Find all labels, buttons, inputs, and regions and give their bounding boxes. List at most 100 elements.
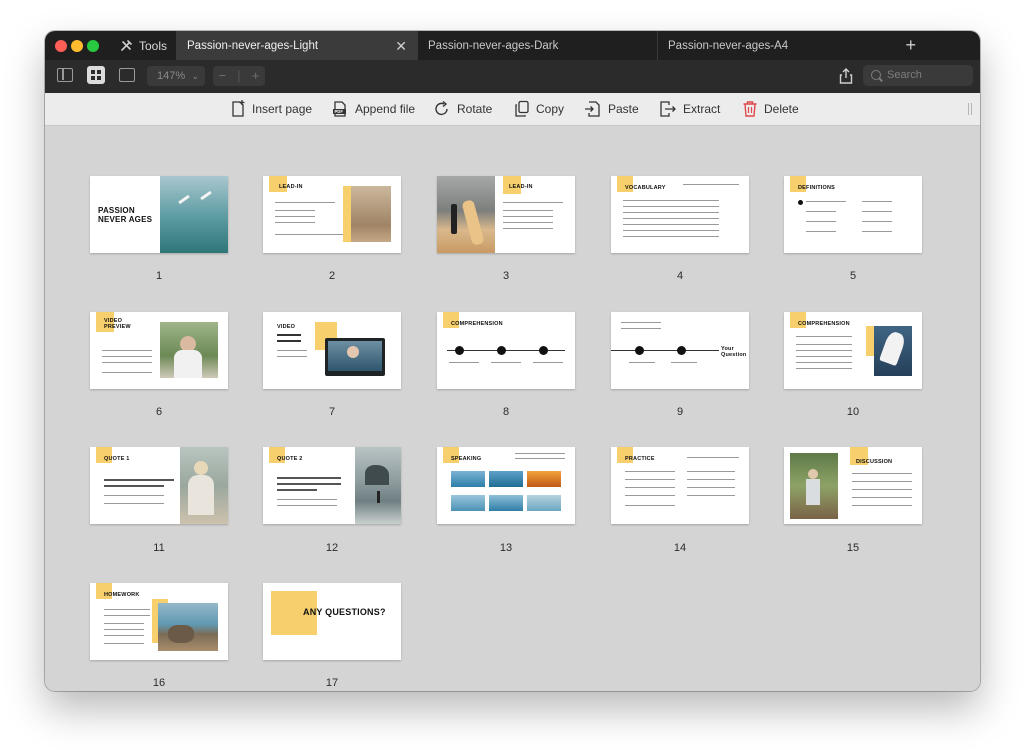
page-thumbnail[interactable]: VIDEO PREVIEW (90, 312, 228, 389)
rotate-button[interactable]: Rotate (433, 93, 492, 125)
page-thumbnail[interactable]: DEFINITIONS (784, 176, 922, 253)
tab-passion-never-ages-light[interactable]: Passion-never-ages-Light ✕ (176, 31, 417, 60)
search-icon (871, 70, 881, 80)
zoom-window-button[interactable] (87, 40, 99, 52)
page-number: 8 (502, 406, 510, 418)
extract-button[interactable]: Extract (659, 93, 720, 125)
tools-tab-label: Tools (139, 38, 168, 53)
tab-label: Passion-never-ages-Light (187, 39, 319, 52)
page-thumbnail[interactable]: VOCABULARY (611, 176, 749, 253)
delete-button[interactable]: Delete (742, 93, 799, 125)
slide-title: COMPREHENSION (451, 321, 503, 327)
paste-icon (585, 101, 600, 117)
slide-title: VOCABULARY (625, 185, 666, 191)
page-thumbnail[interactable]: VIDEO (263, 312, 401, 389)
zoom-in-button[interactable]: + (252, 66, 260, 86)
page-number: 11 (153, 542, 165, 554)
page-thumbnail[interactable]: HOMEWORK (90, 583, 228, 660)
slide-title: VIDEO (277, 324, 296, 330)
insert-page-button[interactable]: Insert page (230, 93, 312, 125)
slide-title: PASSION NEVER AGES (98, 206, 153, 224)
trash-icon (743, 101, 757, 117)
view-toolbar: 147% ⌄ − | + Search (45, 60, 980, 94)
page-number: 9 (676, 406, 684, 418)
tools-icon (121, 40, 132, 51)
copy-icon (515, 100, 529, 117)
chevron-down-icon: ⌄ (191, 71, 199, 81)
slide-title: LEAD-IN (279, 184, 303, 190)
slide-title: Your Question (721, 346, 747, 358)
share-icon[interactable] (839, 68, 853, 84)
tab-label: Passion-never-ages-A4 (668, 39, 789, 52)
sidebar-toggle-icon[interactable] (57, 68, 73, 82)
slide-title: PRACTICE (625, 456, 655, 462)
copy-label: Copy (536, 102, 565, 116)
insert-page-label: Insert page (252, 102, 313, 116)
page-number: 16 (152, 677, 166, 689)
page-number: 13 (499, 542, 513, 554)
page-number: 10 (846, 406, 860, 418)
page-number: 2 (328, 270, 336, 282)
slide-image (160, 176, 228, 253)
grid-view-icon[interactable] (87, 66, 105, 84)
rotate-label: Rotate (457, 102, 493, 116)
slide-title: COMPREHENSION (798, 321, 850, 327)
close-window-button[interactable] (55, 40, 67, 52)
zoom-select[interactable]: 147% ⌄ (147, 66, 205, 86)
slide-title: VIDEO PREVIEW (104, 318, 131, 330)
add-tab-button[interactable]: + (905, 35, 916, 56)
page-thumbnail[interactable]: LEAD-IN (437, 176, 575, 253)
minimize-window-button[interactable] (71, 40, 83, 52)
tab-passion-never-ages-dark[interactable]: Passion-never-ages-Dark (417, 31, 657, 60)
zoom-controls: − | + (213, 66, 265, 86)
page-number: 4 (676, 270, 684, 282)
page-thumbnail[interactable]: QUOTE 2 (263, 447, 401, 524)
slide-title: SPEAKING (451, 456, 482, 462)
zoom-value: 147% (157, 70, 186, 82)
close-tab-icon[interactable]: ✕ (395, 38, 407, 55)
page-thumbnail[interactable]: COMPREHENSION (437, 312, 575, 389)
page-thumbnail[interactable]: QUOTE 1 (90, 447, 228, 524)
resize-grip[interactable] (968, 103, 972, 115)
paste-button[interactable]: Paste (584, 93, 639, 125)
page-number: 6 (155, 406, 163, 418)
tools-tab[interactable]: Tools (120, 31, 167, 60)
page-view-icon[interactable] (119, 68, 135, 82)
paste-label: Paste (608, 102, 639, 116)
append-file-button[interactable]: PDF Append file (332, 93, 415, 125)
slide-title: ANY QUESTIONS? (303, 607, 386, 617)
page-number: 17 (325, 677, 339, 689)
search-placeholder: Search (887, 69, 922, 81)
slide-title: HOMEWORK (104, 592, 140, 598)
page-thumbnail[interactable]: LEAD-IN (263, 176, 401, 253)
page-thumbnail[interactable]: ANY QUESTIONS? (263, 583, 401, 660)
page-thumbnail[interactable]: DISCUSSION (784, 447, 922, 524)
page-number: 15 (846, 542, 860, 554)
extract-icon (660, 101, 676, 117)
slide-title: QUOTE 2 (277, 456, 303, 462)
page-number: 3 (502, 270, 510, 282)
delete-label: Delete (764, 102, 799, 116)
slide-title: QUOTE 1 (104, 456, 130, 462)
tab-label: Passion-never-ages-Dark (428, 39, 559, 52)
page-number: 5 (849, 270, 857, 282)
extract-label: Extract (683, 102, 721, 116)
page-number: 14 (673, 542, 687, 554)
page-thumbnail[interactable]: COMPREHENSION (784, 312, 922, 389)
zoom-out-button[interactable]: − (219, 66, 227, 86)
app-window: Tools Passion-never-ages-Light ✕ Passion… (45, 31, 980, 691)
slide-title: LEAD-IN (509, 184, 533, 190)
page-thumbnail[interactable]: Your Question (611, 312, 749, 389)
copy-button[interactable]: Copy (514, 93, 564, 125)
append-file-label: Append file (355, 102, 416, 116)
page-thumbnail[interactable]: PASSION NEVER AGES (90, 176, 228, 253)
append-file-icon: PDF (333, 101, 346, 117)
tab-passion-never-ages-a4[interactable]: Passion-never-ages-A4 (657, 31, 894, 60)
search-input[interactable]: Search (863, 65, 973, 86)
page-thumbnail[interactable]: PRACTICE (611, 447, 749, 524)
slide-title: DISCUSSION (856, 459, 893, 465)
title-bar: Tools Passion-never-ages-Light ✕ Passion… (45, 31, 980, 60)
slide-title: DEFINITIONS (798, 185, 836, 191)
page-thumbnail[interactable]: SPEAKING (437, 447, 575, 524)
page-number: 12 (325, 542, 339, 554)
